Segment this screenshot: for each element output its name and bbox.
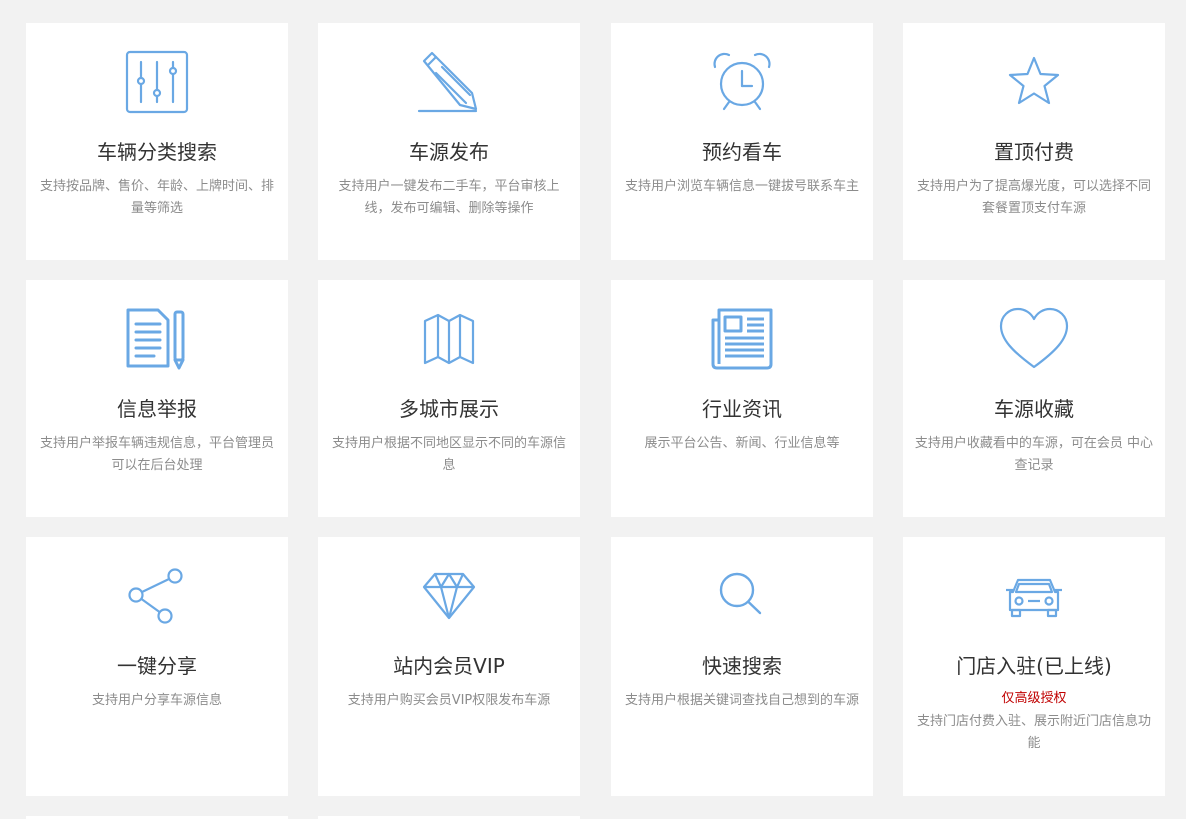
diamond-icon xyxy=(318,563,580,629)
feature-card-industry-news[interactable]: 行业资讯 展示平台公告、新闻、行业信息等 xyxy=(611,280,873,517)
star-icon xyxy=(903,49,1165,115)
share-icon xyxy=(26,563,288,629)
feature-title: 快速搜索 xyxy=(702,654,782,678)
feature-title: 车辆分类搜索 xyxy=(97,140,217,164)
feature-desc: 支持用户购买会员VIP权限发布车源 xyxy=(347,693,551,708)
alarm-clock-icon xyxy=(611,49,873,115)
feature-title: 多城市展示 xyxy=(399,397,499,421)
feature-title: 置顶付费 xyxy=(994,140,1074,164)
sliders-icon xyxy=(26,49,288,115)
report-document-icon xyxy=(26,306,288,372)
feature-desc: 支持按品牌、售价、年龄、上牌时间、排量等筛选 xyxy=(39,179,274,216)
feature-grid: 车辆分类搜索 支持按品牌、售价、年龄、上牌时间、排量等筛选 车源发布 支持用户一… xyxy=(0,0,1186,819)
feature-desc: 支持用户举报车辆违规信息，平台管理员可以在后台处理 xyxy=(39,436,274,473)
feature-card-report[interactable]: 信息举报 支持用户举报车辆违规信息，平台管理员可以在后台处理 xyxy=(26,280,288,517)
feature-card-pinned-paid[interactable]: 置顶付费 支持用户为了提高爆光度，可以选择不同套餐置顶支付车源 xyxy=(903,23,1165,260)
feature-desc: 支持用户根据不同地区显示不同的车源信息 xyxy=(331,436,566,473)
feature-desc: 支持用户分享车源信息 xyxy=(91,693,222,708)
feature-card-vehicle-publish[interactable]: 车源发布 支持用户一键发布二手车，平台审核上线，发布可编辑、删除等操作 xyxy=(318,23,580,260)
heart-icon xyxy=(903,306,1165,372)
map-icon xyxy=(318,306,580,372)
car-icon xyxy=(903,563,1165,629)
feature-desc: 展示平台公告、新闻、行业信息等 xyxy=(644,436,840,451)
feature-title: 车源发布 xyxy=(409,140,489,164)
feature-card-favorites[interactable]: 车源收藏 支持用户收藏看中的车源，可在会员 中心查记录 xyxy=(903,280,1165,517)
feature-title: 信息举报 xyxy=(117,397,197,421)
feature-desc: 支持用户收藏看中的车源，可在会员 中心查记录 xyxy=(914,436,1154,473)
feature-card-share[interactable]: 一键分享 支持用户分享车源信息 xyxy=(26,537,288,796)
feature-card-vip[interactable]: 站内会员VIP 支持用户购买会员VIP权限发布车源 xyxy=(318,537,580,796)
feature-card-appointment[interactable]: 预约看车 支持用户浏览车辆信息一键拔号联系车主 xyxy=(611,23,873,260)
feature-title: 车源收藏 xyxy=(994,397,1074,421)
feature-title: 站内会员VIP xyxy=(393,654,505,678)
feature-card-quick-search[interactable]: 快速搜索 支持用户根据关键词查找自己想到的车源 xyxy=(611,537,873,796)
feature-title: 预约看车 xyxy=(702,140,782,164)
feature-desc: 支持用户浏览车辆信息一键拔号联系车主 xyxy=(624,179,859,194)
feature-title: 一键分享 xyxy=(117,654,197,678)
feature-card-store-onboarding[interactable]: 门店入驻(已上线) 仅高级授权 支持门店付费入驻、展示附近门店信息功能 xyxy=(903,537,1165,796)
feature-desc: 支持门店付费入驻、展示附近门店信息功能 xyxy=(916,714,1151,751)
newspaper-icon xyxy=(611,306,873,372)
feature-desc: 支持用户为了提高爆光度，可以选择不同套餐置顶支付车源 xyxy=(916,179,1151,216)
pencil-icon xyxy=(318,49,580,115)
search-icon xyxy=(611,563,873,629)
feature-card-vehicle-search[interactable]: 车辆分类搜索 支持按品牌、售价、年龄、上牌时间、排量等筛选 xyxy=(26,23,288,260)
feature-title: 门店入驻(已上线) xyxy=(956,654,1112,678)
feature-desc: 支持用户根据关键词查找自己想到的车源 xyxy=(624,693,859,708)
feature-desc: 支持用户一键发布二手车，平台审核上线，发布可编辑、删除等操作 xyxy=(338,179,560,216)
feature-card-multi-city[interactable]: 多城市展示 支持用户根据不同地区显示不同的车源信息 xyxy=(318,280,580,517)
feature-note: 仅高级授权 xyxy=(1001,691,1067,706)
feature-title: 行业资讯 xyxy=(702,397,782,421)
